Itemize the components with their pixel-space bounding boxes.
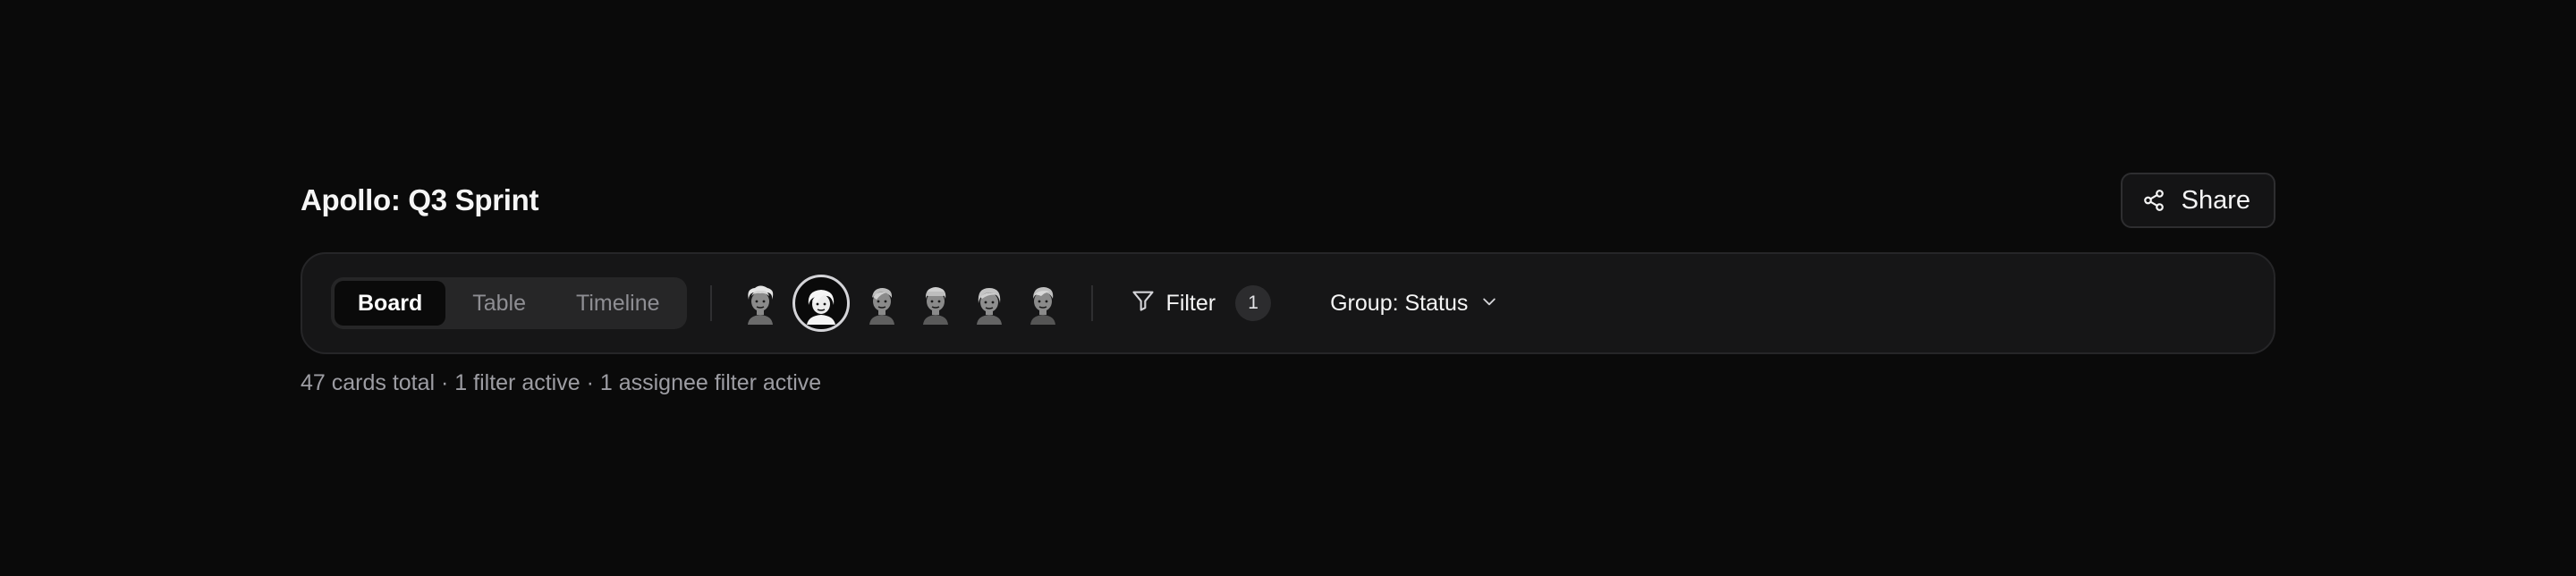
avatar-person-icon [976,288,1002,325]
assignee-avatar-2[interactable] [792,275,850,332]
assignee-avatars [739,275,1064,332]
filter-count-badge: 1 [1235,285,1272,321]
group-by-label: Group: Status [1330,290,1469,316]
toolbar-divider [709,285,712,321]
view-switcher: Board Table Timeline [331,277,687,329]
assignee-avatar-5[interactable] [968,282,1011,325]
toolbar: Board Table Timeline Filter 1 Group: Sta… [301,252,2275,354]
chevron-down-icon [1480,291,1498,317]
filter-label: Filter [1165,290,1216,316]
avatar-person-icon [922,287,948,325]
filter-button[interactable]: Filter 1 [1131,285,1272,321]
tab-board[interactable]: Board [335,281,446,326]
avatar-person-icon [1030,287,1055,325]
toolbar-divider [1090,285,1093,321]
assignee-avatar-3[interactable] [860,282,903,325]
tab-timeline[interactable]: Timeline [553,281,683,326]
header: Apollo: Q3 Sprint Share [301,172,2275,229]
avatar-person-icon [799,282,843,325]
assignee-avatar-6[interactable] [1021,282,1064,325]
page-container: Apollo: Q3 Sprint Share Board Table Time… [301,172,2275,396]
share-nodes-icon [2142,189,2165,212]
board-summary-text: 47 cards total · 1 filter active · 1 ass… [301,370,822,395]
group-by-dropdown[interactable]: Group: Status [1330,291,1498,317]
share-label: Share [2181,185,2250,215]
avatar-person-icon [869,288,894,325]
assignee-avatar-1[interactable] [739,282,782,325]
funnel-icon [1131,288,1156,319]
share-button[interactable]: Share [2120,173,2275,228]
avatar-person-icon [747,285,773,325]
assignee-avatar-4[interactable] [914,282,957,325]
tab-table[interactable]: Table [449,281,549,326]
page-title: Apollo: Q3 Sprint [301,183,539,216]
